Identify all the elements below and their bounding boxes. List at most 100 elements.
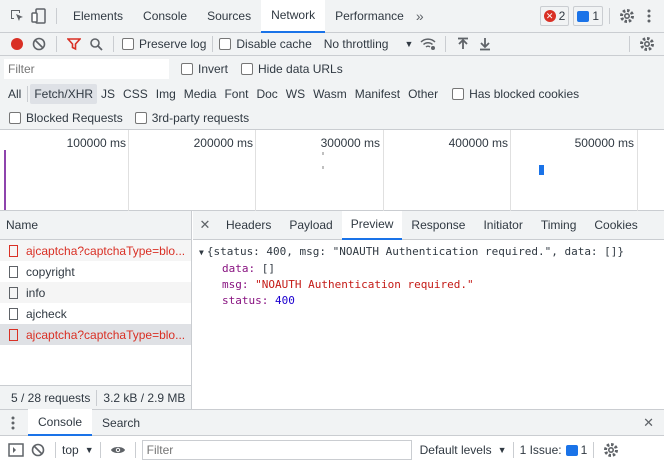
divider bbox=[134, 442, 136, 458]
timeline-overview[interactable]: 100000 ms 200000 ms 300000 ms 400000 ms … bbox=[0, 130, 664, 211]
tab-label: Initiator bbox=[483, 218, 523, 232]
detail-tab-preview[interactable]: Preview bbox=[341, 210, 403, 240]
filter-funnel-icon[interactable] bbox=[63, 33, 85, 55]
has-blocked-cookies-label: Has blocked cookies bbox=[469, 87, 580, 101]
detail-tab-timing[interactable]: Timing bbox=[532, 211, 586, 240]
detail-tabbar: ✕ Headers Payload Preview Response Initiator… bbox=[193, 210, 664, 240]
close-drawer-icon[interactable]: ✕ bbox=[643, 415, 654, 431]
tab-elements[interactable]: Elements bbox=[63, 0, 133, 33]
tab-label: Search bbox=[102, 415, 141, 430]
settings-gear-icon[interactable] bbox=[616, 5, 638, 27]
inspect-element-icon[interactable] bbox=[6, 5, 28, 27]
clear-icon[interactable] bbox=[28, 33, 50, 55]
filter-input[interactable] bbox=[4, 59, 169, 79]
tab-performance[interactable]: Performance bbox=[325, 0, 414, 33]
error-icon: ✕ bbox=[543, 10, 556, 22]
requests-status-bar: 5 / 28 requests 3.2 kB / 2.9 MB bbox=[0, 385, 191, 409]
request-row[interactable]: ajcaptcha?captchaType=blo... bbox=[0, 324, 191, 345]
hide-data-urls-checkbox[interactable] bbox=[241, 63, 254, 75]
request-row[interactable]: ajcaptcha?captchaType=blo... bbox=[0, 240, 191, 261]
error-counter-button[interactable]: ✕ 2 bbox=[539, 6, 570, 26]
requests-name-header[interactable]: Name bbox=[0, 211, 191, 240]
tab-sources[interactable]: Sources bbox=[197, 0, 261, 33]
drawer-menu-icon[interactable] bbox=[2, 412, 24, 434]
drawer-tabbar: Console Search ✕ bbox=[0, 409, 664, 436]
filter-type-doc[interactable]: Doc bbox=[252, 84, 281, 104]
message-counter-button[interactable]: 1 bbox=[573, 6, 603, 26]
detail-tab-initiator[interactable]: Initiator bbox=[474, 211, 531, 240]
blocked-requests-checkbox[interactable] bbox=[9, 111, 21, 124]
export-har-icon[interactable] bbox=[474, 33, 496, 55]
request-row[interactable]: info bbox=[0, 282, 191, 303]
invert-checkbox[interactable] bbox=[181, 63, 193, 75]
import-har-icon[interactable] bbox=[452, 33, 474, 55]
more-options-icon[interactable] bbox=[638, 5, 660, 27]
filter-type-js[interactable]: JS bbox=[97, 84, 119, 104]
disable-cache-checkbox[interactable] bbox=[219, 38, 232, 50]
record-icon[interactable] bbox=[6, 33, 28, 55]
detail-tab-response[interactable]: Response bbox=[402, 211, 474, 240]
hide-data-urls-label: Hide data URLs bbox=[258, 62, 343, 76]
device-toolbar-icon[interactable] bbox=[28, 5, 50, 27]
more-tabs-button[interactable]: » bbox=[416, 8, 424, 24]
preview-root[interactable]: ▼ {status: 400, msg: "NOAUTH Authenticati… bbox=[199, 244, 664, 261]
detail-tab-payload[interactable]: Payload bbox=[280, 211, 341, 240]
log-levels-select[interactable]: Default levels ▼ bbox=[420, 443, 507, 457]
divider bbox=[56, 36, 57, 52]
invert-label: Invert bbox=[198, 62, 229, 76]
request-count-text: 5 / 28 requests bbox=[11, 390, 91, 405]
request-row[interactable]: copyright bbox=[0, 261, 191, 282]
has-blocked-cookies-checkbox[interactable] bbox=[452, 88, 465, 100]
timeline-request-bar bbox=[322, 166, 324, 169]
show-sidebar-icon[interactable] bbox=[5, 439, 27, 461]
disable-cache-label: Disable cache bbox=[236, 37, 312, 51]
third-party-requests-checkbox[interactable] bbox=[134, 111, 147, 124]
filter-type-css[interactable]: CSS bbox=[119, 84, 152, 104]
clear-console-icon[interactable] bbox=[27, 439, 49, 461]
request-row[interactable]: ajcheck bbox=[0, 303, 191, 324]
filter-type-font[interactable]: Font bbox=[220, 84, 252, 104]
filter-type-label: CSS bbox=[123, 87, 148, 101]
drawer-tab-search[interactable]: Search bbox=[92, 409, 150, 436]
property-key: msg: bbox=[222, 278, 249, 291]
expand-arrow-icon: ▼ bbox=[199, 248, 204, 257]
context-select[interactable]: top ▼ bbox=[62, 443, 94, 457]
search-icon[interactable] bbox=[85, 33, 107, 55]
close-icon[interactable]: ✕ bbox=[193, 217, 217, 233]
filter-type-media[interactable]: Media bbox=[180, 84, 221, 104]
throttling-select[interactable]: No throttling ▼ bbox=[324, 37, 414, 51]
filter-type-img[interactable]: Img bbox=[152, 84, 180, 104]
timeline-request-bar bbox=[322, 152, 324, 155]
request-name: info bbox=[26, 285, 46, 300]
drawer-tab-console[interactable]: Console bbox=[28, 409, 93, 436]
console-filter-input[interactable] bbox=[141, 440, 412, 460]
filter-type-manifest[interactable]: Manifest bbox=[351, 84, 404, 104]
detail-tab-headers[interactable]: Headers bbox=[217, 211, 280, 240]
tab-label: Console bbox=[143, 9, 188, 23]
network-conditions-icon[interactable] bbox=[417, 33, 439, 55]
message-icon bbox=[577, 10, 590, 22]
divider bbox=[512, 442, 514, 458]
issues-button[interactable]: 1 Issue: 1 bbox=[520, 443, 588, 457]
console-settings-gear-icon[interactable] bbox=[600, 439, 622, 461]
tab-label: Performance bbox=[335, 9, 404, 23]
filter-type-wasm[interactable]: Wasm bbox=[309, 84, 351, 104]
tab-label: Console bbox=[38, 414, 83, 429]
filter-type-other[interactable]: Other bbox=[404, 84, 442, 104]
tab-console[interactable]: Console bbox=[133, 0, 197, 33]
filter-type-ws[interactable]: WS bbox=[282, 84, 309, 104]
filter-type-all[interactable]: All bbox=[4, 84, 25, 104]
divider bbox=[629, 36, 630, 52]
detail-tab-cookies[interactable]: Cookies bbox=[585, 211, 646, 240]
network-settings-gear-icon[interactable] bbox=[636, 33, 658, 55]
filter-type-label: WS bbox=[285, 87, 306, 101]
eye-icon[interactable] bbox=[107, 439, 129, 461]
preserve-log-label: Preserve log bbox=[139, 37, 207, 51]
requests-panel: Name ajcaptcha?captchaType=blo... copyrig… bbox=[0, 211, 192, 409]
request-name: copyright bbox=[26, 264, 75, 279]
preview-summary: {status: 400, msg: "NOAUTH Authenticatio… bbox=[206, 245, 625, 258]
filter-type-fetch-xhr[interactable]: Fetch/XHR bbox=[30, 84, 98, 104]
tab-network[interactable]: Network bbox=[261, 0, 326, 33]
request-detail-panel: ✕ Headers Payload Preview Response Initiator… bbox=[193, 210, 664, 409]
preserve-log-checkbox[interactable] bbox=[122, 38, 134, 50]
